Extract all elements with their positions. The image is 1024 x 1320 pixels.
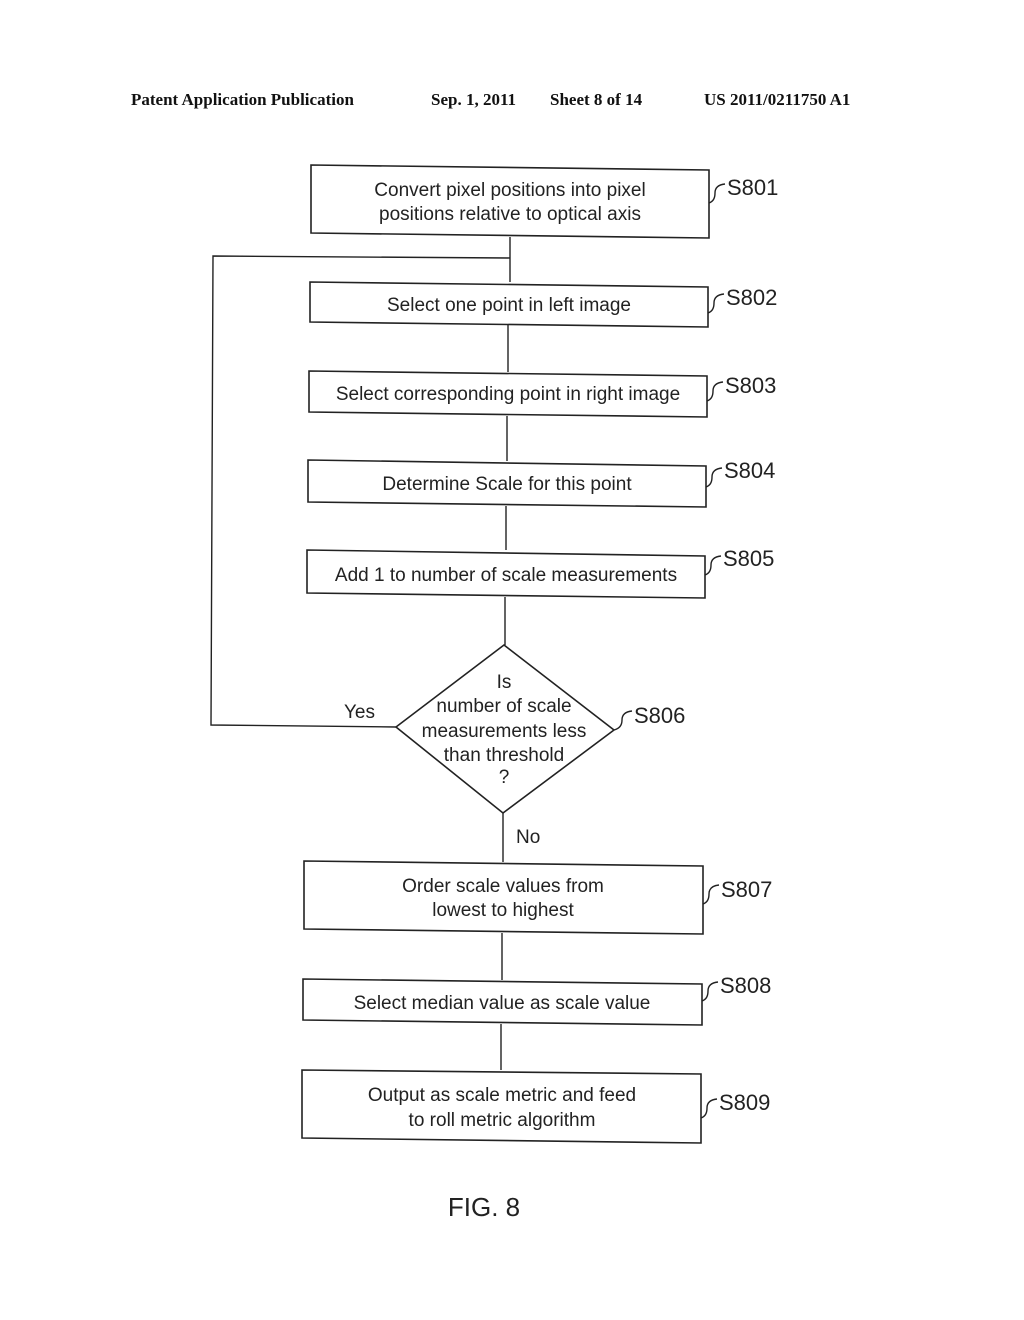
leader-line [701,981,719,1002]
step-id: S805 [723,546,774,571]
step-text: number of scale [436,696,571,717]
step-id: S802 [726,285,777,310]
step-s802: Select one point in left image S802 [309,281,777,328]
step-s809: Output as scale metric and feed to roll … [301,1069,770,1144]
step-s801: Convert pixel positions into pixel posit… [310,164,778,239]
step-id: S809 [719,1090,770,1115]
step-s806: Is number of scale measurements less tha… [344,643,685,848]
figure-caption: FIG. 8 [448,1192,520,1222]
step-text: lowest to highest [432,900,574,921]
step-text: Select corresponding point in right imag… [336,384,680,405]
leader-line [704,555,722,576]
connectors [210,237,511,1070]
no-label: No [516,827,540,848]
leader-line [705,467,723,488]
step-text: Select median value as scale value [354,993,651,1014]
step-text: measurements less [422,721,587,742]
step-text: Output as scale metric and feed [368,1085,636,1106]
step-s807: Order scale values from lowest to highes… [303,860,772,935]
process-box [303,860,704,935]
flowchart: Convert pixel positions into pixel posit… [210,164,778,1222]
step-text: Add 1 to number of scale measurements [335,565,677,586]
step-text: Select one point in left image [387,295,631,316]
step-s805: Add 1 to number of scale measurements S8… [306,546,774,599]
step-text: ? [499,767,510,788]
step-id: S806 [634,703,685,728]
step-text: Convert pixel positions into pixel [374,180,645,201]
step-text: to roll metric algorithm [409,1110,596,1131]
step-text: Order scale values from [402,876,604,897]
step-id: S807 [721,877,772,902]
step-s808: Select median value as scale value S808 [302,973,771,1026]
leader-line [700,1098,718,1119]
leader-line [708,183,726,204]
process-box [310,164,710,239]
step-id: S803 [725,373,776,398]
process-box [301,1069,702,1144]
step-id: S804 [724,458,775,483]
step-s803: Select corresponding point in right imag… [308,370,776,418]
step-text: Determine Scale for this point [382,474,632,495]
step-text: Is [497,672,512,693]
leader-line [707,293,725,314]
leader-line [613,710,633,731]
step-text: than threshold [444,745,564,766]
step-id: S801 [727,175,778,200]
step-s804: Determine Scale for this point S804 [307,458,775,508]
step-id: S808 [720,973,771,998]
leader-line [702,884,720,905]
leader-line [706,381,724,402]
yes-label: Yes [344,702,375,723]
step-text: positions relative to optical axis [379,204,641,225]
